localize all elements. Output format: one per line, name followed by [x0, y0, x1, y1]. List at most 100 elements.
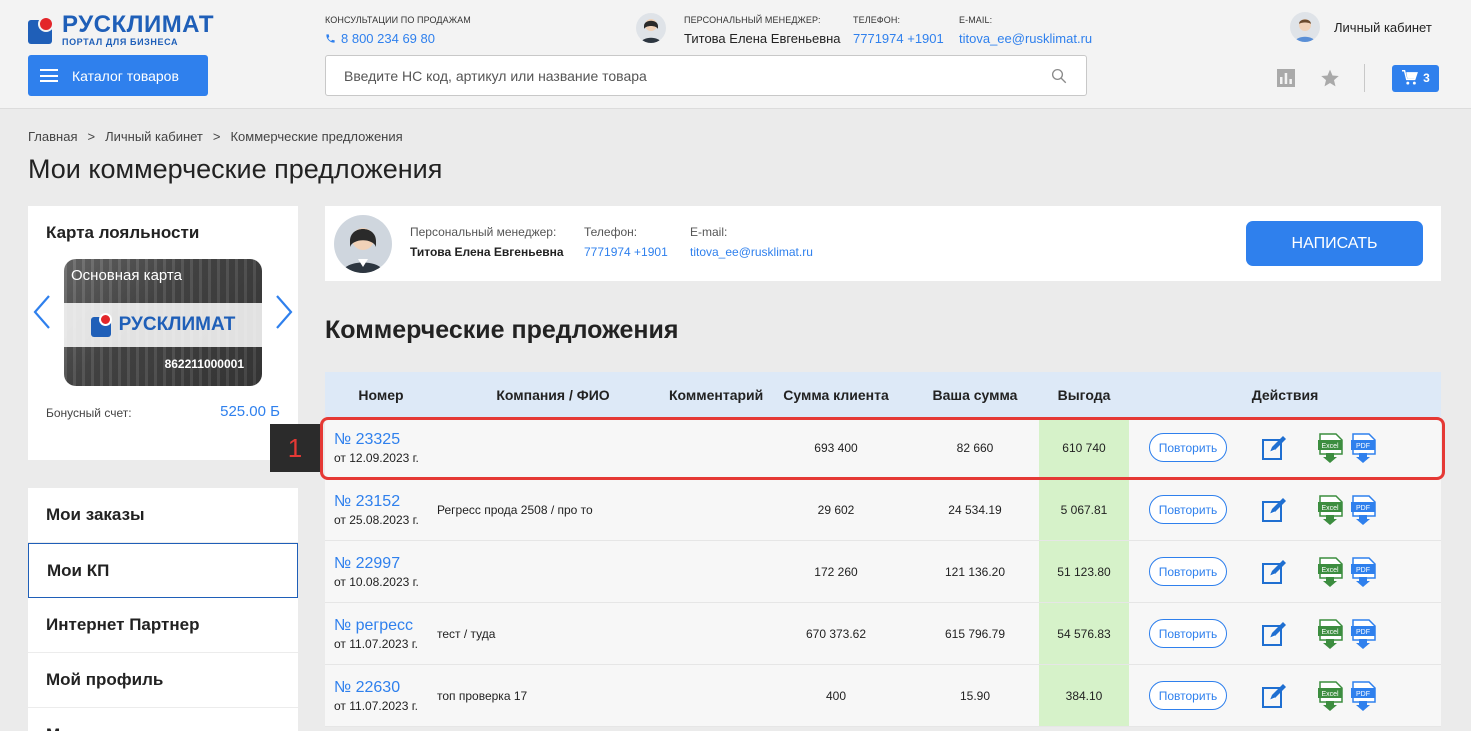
- panel-phone-link[interactable]: 7771974 +1901: [584, 245, 668, 259]
- edit-icon[interactable]: [1261, 683, 1287, 709]
- logo-icon: [28, 16, 56, 44]
- manager-name: Титова Елена Евгеньевна: [684, 31, 841, 46]
- kp-number-link[interactable]: № 22997: [334, 555, 437, 573]
- cart-count: 3: [1423, 71, 1430, 85]
- excel-download-icon[interactable]: Excel: [1318, 494, 1344, 525]
- cell-number: № 23152 от 25.08.2023 г.: [325, 493, 437, 527]
- col-client-sum: Сумма клиента: [783, 386, 889, 403]
- logo[interactable]: РУСКЛИМАТ ПОРТАЛ ДЛЯ БИЗНЕСА: [28, 13, 214, 47]
- user-avatar-icon: [1290, 12, 1320, 42]
- page-title: Мои коммерческие предложения: [28, 154, 443, 184]
- cabinet-label: Личный кабинет: [1334, 19, 1432, 35]
- panel-phone-label: Телефон:: [584, 225, 638, 239]
- favorites-star-icon[interactable]: [1320, 68, 1340, 88]
- edit-icon[interactable]: [1261, 497, 1287, 523]
- breadcrumb-home[interactable]: Главная: [28, 129, 77, 144]
- col-your-sum: Ваша сумма: [932, 386, 1018, 403]
- breadcrumb-current: Коммерческие предложения: [230, 129, 403, 144]
- pdf-download-icon[interactable]: PDF: [1351, 618, 1377, 649]
- phone-icon: [326, 34, 335, 43]
- chevron-right-icon[interactable]: [274, 294, 294, 330]
- excel-download-icon[interactable]: Excel: [1318, 618, 1344, 649]
- kp-number-link[interactable]: № 22630: [334, 679, 437, 697]
- svg-text:Excel: Excel: [1321, 691, 1339, 698]
- table-header: Номер Компания / ФИО Комментарий Сумма к…: [325, 372, 1441, 417]
- table-row: № 22997 от 10.08.2023 г. 172 260 121 136.20…: [325, 541, 1441, 603]
- catalog-button[interactable]: Каталог товаров: [28, 55, 208, 96]
- sidebar-item-orders[interactable]: Мои заказы: [28, 488, 298, 543]
- cell-benefit: 54 576.83: [1039, 603, 1129, 664]
- kp-number-link[interactable]: № регресс: [334, 617, 437, 635]
- edit-icon[interactable]: [1261, 559, 1287, 585]
- edit-icon[interactable]: [1261, 621, 1287, 647]
- kp-date: от 10.08.2023 г.: [334, 574, 419, 589]
- manager-photo: [334, 215, 392, 273]
- card-logo: РУСКЛИМАТ: [64, 303, 262, 347]
- cell-benefit: 5 067.81: [1039, 479, 1129, 540]
- compare-chart-icon[interactable]: [1276, 68, 1296, 88]
- pdf-download-icon[interactable]: PDF: [1351, 432, 1377, 463]
- header-divider: [1364, 64, 1365, 92]
- search-input[interactable]: [344, 67, 1050, 84]
- table-row: № 23152 от 25.08.2023 г. Регресс прода 250…: [325, 479, 1441, 541]
- svg-text:PDF: PDF: [1356, 691, 1370, 698]
- manager-avatar: [636, 13, 666, 43]
- repeat-button[interactable]: Повторить: [1149, 495, 1227, 524]
- chevron-left-icon[interactable]: [32, 294, 52, 330]
- cell-client-sum: 172 260: [814, 564, 858, 579]
- consult-phone-link[interactable]: 8 800 234 69 80: [341, 31, 435, 46]
- col-actions: Действия: [1251, 386, 1319, 403]
- repeat-button[interactable]: Повторить: [1149, 619, 1227, 648]
- breadcrumb-cabinet[interactable]: Личный кабинет: [105, 129, 203, 144]
- cell-number: № 23325 от 12.09.2023 г.: [325, 431, 437, 465]
- cart-button[interactable]: 3: [1392, 64, 1439, 92]
- excel-download-icon[interactable]: Excel: [1318, 680, 1344, 711]
- sidebar-item-more[interactable]: М...: [28, 708, 298, 731]
- cell-actions: Повторить Excel PDF: [1129, 618, 1441, 649]
- logo-name: РУСКЛИМАТ: [62, 11, 214, 38]
- repeat-button[interactable]: Повторить: [1149, 681, 1227, 710]
- search-icon[interactable]: [1050, 67, 1068, 85]
- manager-email-link[interactable]: titova_ee@rusklimat.ru: [959, 31, 1092, 46]
- sidebar-item-profile[interactable]: Мой профиль: [28, 653, 298, 708]
- panel-phone: Телефон: 7771974 +1901: [584, 225, 668, 259]
- pdf-download-icon[interactable]: PDF: [1351, 680, 1377, 711]
- kp-table: Номер Компания / ФИО Комментарий Сумма к…: [325, 372, 1441, 727]
- cell-actions: Повторить Excel PDF: [1129, 556, 1441, 587]
- panel-email-label: E-mail:: [690, 225, 728, 239]
- cell-client-sum: 693 400: [814, 440, 858, 455]
- kp-number-link[interactable]: № 23152: [334, 493, 437, 511]
- write-button[interactable]: НАПИСАТЬ: [1246, 221, 1423, 266]
- edit-icon[interactable]: [1261, 435, 1287, 461]
- breadcrumb-separator: >: [212, 129, 221, 144]
- cell-company: тест / туда: [437, 626, 496, 641]
- panel-email-link[interactable]: titova_ee@rusklimat.ru: [690, 245, 813, 259]
- personal-cabinet-link[interactable]: Личный кабинет: [1290, 12, 1432, 42]
- card-brand: РУСКЛИМАТ: [118, 314, 236, 335]
- table-row: № 22630 от 11.07.2023 г. топ проверка 17 40…: [325, 665, 1441, 727]
- excel-download-icon[interactable]: Excel: [1318, 556, 1344, 587]
- consult-label: КОНСУЛЬТАЦИИ ПО ПРОДАЖАМ: [325, 15, 471, 25]
- header-email: E-MAIL: titova_ee@rusklimat.ru: [959, 15, 1092, 46]
- excel-download-icon[interactable]: Excel: [1318, 432, 1344, 463]
- pdf-download-icon[interactable]: PDF: [1351, 556, 1377, 587]
- email-label: E-MAIL:: [959, 15, 993, 25]
- kp-number-link[interactable]: № 23325: [334, 431, 437, 449]
- repeat-button[interactable]: Повторить: [1149, 433, 1227, 462]
- panel-manager-name: Титова Елена Евгеньевна: [410, 245, 564, 259]
- panel-email: E-mail: titova_ee@rusklimat.ru: [690, 225, 813, 259]
- logo-icon: [90, 313, 115, 337]
- header-phone: ТЕЛЕФОН: 7771974 +1901: [853, 15, 944, 46]
- svg-text:PDF: PDF: [1356, 567, 1370, 574]
- cart-icon: [1402, 70, 1419, 85]
- sidebar-item-internet-partner[interactable]: Интернет Партнер: [28, 598, 298, 653]
- header: РУСКЛИМАТ ПОРТАЛ ДЛЯ БИЗНЕСА Каталог тов…: [0, 0, 1471, 109]
- manager-phone-link[interactable]: 7771974 +1901: [853, 31, 944, 46]
- col-number: Номер: [358, 386, 404, 403]
- cell-benefit: 610 740: [1039, 417, 1129, 478]
- pdf-download-icon[interactable]: PDF: [1351, 494, 1377, 525]
- cell-client-sum: 29 602: [817, 502, 855, 517]
- repeat-button[interactable]: Повторить: [1149, 557, 1227, 586]
- col-company: Компания / ФИО: [496, 386, 610, 403]
- sidebar-item-my-kp[interactable]: Мои КП: [28, 543, 298, 598]
